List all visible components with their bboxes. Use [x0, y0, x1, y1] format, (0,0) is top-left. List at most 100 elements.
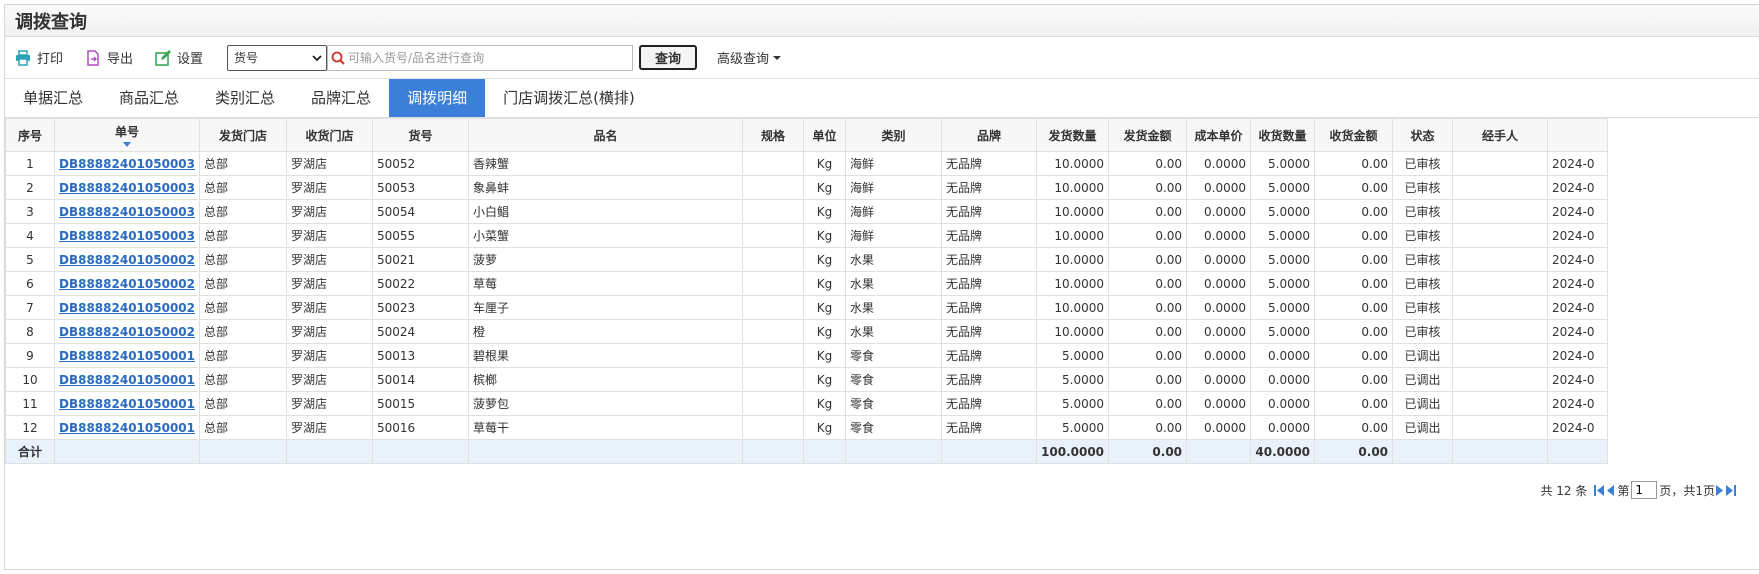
cell-from-store: 总部 [199, 295, 288, 320]
cell-order-number-link[interactable]: DB88882401050003 [53, 175, 201, 200]
col-header[interactable]: 发货门店 [199, 118, 288, 152]
cell-unit-cost: 0.0000 [1186, 223, 1252, 248]
col-header[interactable]: 规格 [742, 118, 805, 152]
cell-date: 2024-0 [1547, 151, 1609, 176]
cell-order-number-link[interactable]: DB88882401050002 [53, 247, 201, 272]
table-row[interactable]: 4 DB88882401050003 总部 罗湖店 50055 小菜蟹 Kg 海鲜 无品牌 10.… [5, 223, 1609, 248]
cell-recv-qty: 5.0000 [1250, 199, 1316, 224]
col-header[interactable]: 状态 [1392, 118, 1454, 152]
cell-row-index: 9 [5, 343, 55, 368]
cell-order-number-link[interactable]: DB88882401050001 [53, 391, 201, 416]
cell-handler [1452, 391, 1549, 416]
page-prefix: 第 [1617, 483, 1630, 498]
table-row[interactable]: 8 DB88882401050002 总部 罗湖店 50024 橙 Kg 水果 无品牌 10.00… [5, 319, 1609, 344]
col-header[interactable]: 单位 [803, 118, 847, 152]
table-row[interactable]: 9 DB88882401050001 总部 罗湖店 50013 碧根果 Kg 零食 无品牌 5.0… [5, 343, 1609, 368]
col-header[interactable]: 品牌 [941, 118, 1038, 152]
col-header[interactable]: 收货门店 [286, 118, 374, 152]
cell-order-number-link[interactable]: DB88882401050003 [53, 151, 201, 176]
cell-spec [742, 223, 805, 248]
cell-category: 水果 [845, 247, 943, 272]
cell-status: 已调出 [1392, 415, 1454, 440]
settings-button[interactable]: 设置 [155, 48, 203, 67]
tab-category-summary[interactable]: 类别汇总 [197, 79, 293, 117]
field-select[interactable]: 货号 [227, 44, 328, 71]
sort-desc-icon [123, 142, 131, 147]
cell-spec [742, 151, 805, 176]
prev-page-icon[interactable] [1606, 484, 1615, 496]
table-row[interactable]: 3 DB88882401050003 总部 罗湖店 50054 小白鲳 Kg 海鲜 无品牌 10.… [5, 199, 1609, 224]
cell-to-store: 罗湖店 [286, 391, 374, 416]
cell-order-number-link[interactable]: DB88882401050001 [53, 343, 201, 368]
table-row[interactable]: 10 DB88882401050001 总部 罗湖店 50014 槟榔 Kg 零食 无品牌 5.0… [5, 367, 1609, 392]
cell-order-number-link[interactable]: DB88882401050001 [53, 367, 201, 392]
table-row[interactable]: 12 DB88882401050001 总部 罗湖店 50016 草莓干 Kg 零食 无品牌 5.… [5, 415, 1609, 440]
query-button[interactable]: 查询 [639, 45, 698, 70]
col-header[interactable]: 收货金额 [1314, 118, 1394, 152]
cell-unit-cost: 0.0000 [1186, 319, 1252, 344]
col-header[interactable] [1547, 118, 1609, 152]
page-suffix: 页，共1页 [1659, 483, 1715, 498]
cell-order-number-link[interactable]: DB88882401050003 [53, 223, 201, 248]
cell-recv-amount: 0.00 [1314, 319, 1394, 344]
tab-bar: 单据汇总 商品汇总 类别汇总 品牌汇总 调拨明细 门店调拨汇总(横排) [5, 79, 1759, 118]
cell-send-amount: 0.00 [1108, 223, 1188, 248]
cell-order-number-link[interactable]: DB88882401050002 [53, 295, 201, 320]
cell-unit: Kg [803, 175, 847, 200]
col-header[interactable]: 发货数量 [1036, 118, 1110, 152]
cell-brand: 无品牌 [941, 319, 1038, 344]
col-header[interactable]: 货号 [372, 118, 470, 152]
cell-status: 已审核 [1392, 175, 1454, 200]
col-header[interactable]: 品名 [468, 118, 744, 152]
cell-item-code: 50016 [372, 415, 470, 440]
next-page-icon[interactable] [1716, 484, 1724, 496]
table-row[interactable]: 11 DB88882401050001 总部 罗湖店 50015 菠萝包 Kg 零食 无品牌 5.… [5, 391, 1609, 416]
col-header[interactable]: 类别 [845, 118, 943, 152]
cell-send-amount: 0.00 [1108, 175, 1188, 200]
col-header[interactable]: 经手人 [1452, 118, 1549, 152]
cell-recv-amount: 0.00 [1314, 415, 1394, 440]
cell-recv-qty: 5.0000 [1250, 295, 1316, 320]
table-row[interactable]: 7 DB88882401050002 总部 罗湖店 50023 车厘子 Kg 水果 无品牌 10.… [5, 295, 1609, 320]
table-row[interactable]: 1 DB88882401050003 总部 罗湖店 50052 香辣蟹 Kg 海鲜 无品牌 10.… [5, 151, 1609, 176]
tab-brand-summary[interactable]: 品牌汇总 [293, 79, 389, 117]
cell-order-number-link[interactable]: DB88882401050002 [53, 319, 201, 344]
table-row[interactable]: 2 DB88882401050003 总部 罗湖店 50053 象鼻蚌 Kg 海鲜 无品牌 10.… [5, 175, 1609, 200]
col-header[interactable]: 序号 [5, 118, 55, 152]
cell-to-store: 罗湖店 [286, 199, 374, 224]
cell-recv-amount: 0.00 [1314, 367, 1394, 392]
table-row[interactable]: 6 DB88882401050002 总部 罗湖店 50022 草莓 Kg 水果 无品牌 10.0… [5, 271, 1609, 296]
page-number-input[interactable] [1631, 481, 1658, 499]
cell-order-number-link[interactable]: DB88882401050003 [53, 199, 201, 224]
tab-store-transfer-summary[interactable]: 门店调拨汇总(横排) [485, 79, 653, 117]
col-header[interactable]: 收货数量 [1250, 118, 1316, 152]
cell-unit-cost: 0.0000 [1186, 271, 1252, 296]
total-empty-cell [803, 439, 847, 464]
cell-row-index: 3 [5, 199, 55, 224]
cell-recv-amount: 0.00 [1314, 199, 1394, 224]
tab-product-summary[interactable]: 商品汇总 [101, 79, 197, 117]
table-row[interactable]: 5 DB88882401050002 总部 罗湖店 50021 菠萝 Kg 水果 无品牌 10.0… [5, 247, 1609, 272]
cell-unit-cost: 0.0000 [1186, 391, 1252, 416]
cell-order-number-link[interactable]: DB88882401050001 [53, 415, 201, 440]
cell-recv-amount: 0.00 [1314, 175, 1394, 200]
tab-document-summary[interactable]: 单据汇总 [5, 79, 101, 117]
search-input[interactable] [348, 46, 633, 69]
col-header[interactable]: 成本单价 [1186, 118, 1252, 152]
col-header-sorted[interactable]: 单号 [53, 118, 201, 152]
col-header[interactable]: 发货金额 [1108, 118, 1188, 152]
cell-send-qty: 5.0000 [1036, 367, 1110, 392]
total-empty-cell [199, 439, 288, 464]
cell-unit: Kg [803, 319, 847, 344]
cell-order-number-link[interactable]: DB88882401050002 [53, 271, 201, 296]
cell-send-qty: 10.0000 [1036, 295, 1110, 320]
export-button[interactable]: 导出 [85, 48, 133, 67]
cell-category: 零食 [845, 367, 943, 392]
cell-from-store: 总部 [199, 247, 288, 272]
last-page-icon[interactable] [1726, 484, 1736, 496]
first-page-icon[interactable] [1594, 484, 1605, 496]
advanced-query-button[interactable]: 高级查询 [717, 48, 782, 67]
cell-category: 海鲜 [845, 151, 943, 176]
print-button[interactable]: 打印 [15, 48, 63, 67]
tab-transfer-detail[interactable]: 调拨明细 [389, 79, 486, 117]
